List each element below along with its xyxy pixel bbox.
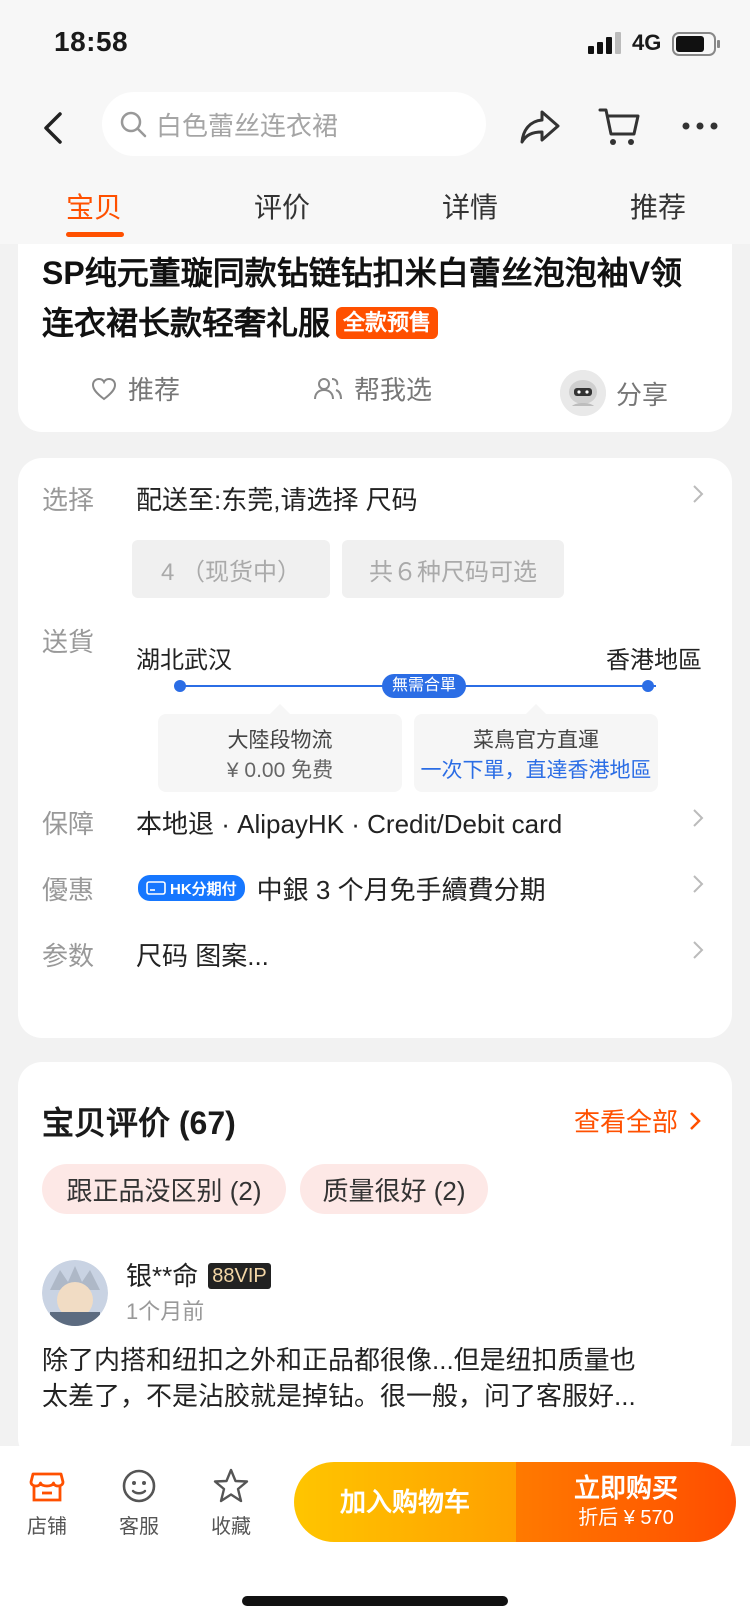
card-icon xyxy=(146,881,166,895)
review-time: 1个月前 xyxy=(126,1299,205,1324)
reviewer-name: 银**命 88VIP xyxy=(126,1256,271,1293)
chevron-right-icon xyxy=(690,1111,701,1130)
service-icon xyxy=(122,1469,156,1503)
view-all-label: 查看全部 xyxy=(573,1107,678,1137)
service-label: 客服 xyxy=(119,1516,159,1538)
tab-item[interactable]: 宝贝 xyxy=(34,186,154,226)
avatar-icon xyxy=(42,1260,108,1326)
review-tag[interactable]: 跟正品没区别 (2) xyxy=(42,1164,286,1214)
options-card: 选择 配送至:东莞,请选择 尺码 4 （现货中） 共６种尺码可选 送貨 湖北武汉… xyxy=(18,458,732,1038)
status-time: 18:58 xyxy=(54,26,129,57)
hk-installment-text: HK分期付 xyxy=(170,880,237,898)
mainland-shipping-fee: ¥ 0.00 免费 xyxy=(226,759,334,782)
product-title: SP纯元董璇同款钻链钻扣米白蕾丝泡泡袖V领连衣裙长款轻奢礼服 全款预售 xyxy=(42,248,702,348)
product-title-card: SP纯元董璇同款钻链钻扣米白蕾丝泡泡袖V领连衣裙长款轻奢礼服 全款预售 推荐 帮我… xyxy=(18,244,732,432)
favorite-button[interactable]: 收藏 xyxy=(196,1466,266,1539)
home-indicator[interactable] xyxy=(242,1596,508,1606)
guarantee-label: 保障 xyxy=(42,809,95,839)
buy-now-button[interactable]: 立即购买 折后 ¥ 570 xyxy=(516,1462,736,1542)
back-icon[interactable] xyxy=(34,106,74,150)
mainland-shipping-title: 大陸段物流 xyxy=(227,729,333,752)
more-icon[interactable] xyxy=(676,102,724,150)
nav-bar: 白色蕾丝连衣裙 xyxy=(0,88,750,170)
customer-service-button[interactable]: 客服 xyxy=(104,1466,174,1539)
status-bar: 18:58 4G xyxy=(0,0,750,88)
store-label: 店铺 xyxy=(27,1516,67,1538)
hk-installment-badge: HK分期付 xyxy=(138,875,245,901)
mascot-icon xyxy=(560,370,606,416)
select-value[interactable]: 配送至:东莞,请选择 尺码 xyxy=(136,480,418,517)
star-icon xyxy=(213,1468,249,1503)
size-chip-in-stock[interactable]: 4 （现货中） xyxy=(132,540,330,598)
params-value[interactable]: 尺码 图案... xyxy=(136,936,269,973)
review-text-line: 太差了，不是沾胶就是掉钻。很一般，问了客服好... xyxy=(42,1381,636,1411)
search-input[interactable]: 白色蕾丝连衣裙 xyxy=(102,92,486,156)
tab-active-indicator xyxy=(66,232,124,237)
review-text-line: 除了内搭和纽扣之外和正品都很像...但是纽扣质量也 xyxy=(42,1345,636,1375)
search-placeholder: 白色蕾丝连衣裙 xyxy=(156,110,339,141)
recommend-button[interactable]: 推荐 xyxy=(90,370,180,407)
recommend-label: 推荐 xyxy=(128,375,181,405)
people-icon xyxy=(314,377,342,399)
reviews-title: 宝贝评价 (67) xyxy=(42,1105,236,1141)
mainland-shipping-box: 大陸段物流 ¥ 0.00 免费 xyxy=(158,704,402,792)
buy-now-label: 立即购买 xyxy=(573,1473,678,1503)
chevron-right-icon[interactable] xyxy=(690,806,706,830)
product-action-row: 推荐 帮我选 分享 xyxy=(18,364,732,416)
share-label: 分享 xyxy=(616,379,669,410)
help-choose-button[interactable]: 帮我选 xyxy=(312,370,432,407)
store-button[interactable]: 店铺 xyxy=(12,1466,82,1539)
select-label: 选择 xyxy=(42,485,95,515)
tab-bar: 宝贝 评价 详情 推荐 xyxy=(0,170,750,244)
discount-value: 中銀 3 个月免手續費分期 xyxy=(256,875,546,905)
route-destination: 香港地區 xyxy=(606,647,702,674)
signal-icon xyxy=(588,32,621,54)
mascot-avatar xyxy=(560,370,606,416)
cainiao-shipping-box: 菜鳥官方直運 一次下單，直達香港地區 xyxy=(414,704,658,792)
cainiao-shipping-title: 菜鳥官方直運 xyxy=(473,729,599,752)
guarantee-value[interactable]: 本地退 · AlipayHK · Credit/Debit card xyxy=(136,804,562,841)
route-origin: 湖北武汉 xyxy=(136,647,232,674)
shipping-label: 送貨 xyxy=(42,627,95,657)
share-icon[interactable] xyxy=(516,102,564,150)
cainiao-shipping-desc: 一次下單，直達香港地區 xyxy=(420,759,652,782)
battery-icon xyxy=(672,32,720,56)
chevron-right-icon[interactable] xyxy=(690,938,706,962)
tab-reviews[interactable]: 评价 xyxy=(222,186,342,226)
route-start-dot xyxy=(174,680,186,692)
store-icon xyxy=(29,1472,65,1502)
share-action-button[interactable]: 分享 xyxy=(560,370,668,416)
route-end-dot xyxy=(642,680,654,692)
chevron-right-icon[interactable] xyxy=(690,872,706,896)
search-icon xyxy=(120,111,147,138)
tab-details[interactable]: 详情 xyxy=(410,186,530,226)
size-chip-all[interactable]: 共６种尺码可选 xyxy=(342,540,564,598)
reviews-card: 宝贝评价 (67) 查看全部 跟正品没区别 (2) 质量很好 (2) 银**命 8… xyxy=(18,1062,732,1462)
route-badge: 無需合單 xyxy=(382,674,466,698)
favorite-label: 收藏 xyxy=(211,1516,251,1538)
review-tag[interactable]: 质量很好 (2) xyxy=(300,1164,488,1214)
heart-icon xyxy=(91,377,117,400)
chevron-right-icon[interactable] xyxy=(690,482,706,506)
params-label: 参数 xyxy=(42,941,95,971)
tab-recommend[interactable]: 推荐 xyxy=(598,186,718,226)
vip-badge: 88VIP xyxy=(208,1263,271,1289)
reviewer-name-text: 银**命 xyxy=(126,1261,199,1291)
bottom-action-bar: 店铺 客服 收藏 加入购物车 立即购买 折后 ¥ 570 xyxy=(0,1446,750,1624)
presale-badge: 全款预售 xyxy=(336,307,439,339)
view-all-reviews-link[interactable]: 查看全部 xyxy=(574,1102,706,1139)
network-label: 4G xyxy=(632,30,662,55)
cart-icon[interactable] xyxy=(596,102,644,150)
help-choose-label: 帮我选 xyxy=(354,375,433,405)
buy-now-price: 折后 ¥ 570 xyxy=(578,1507,674,1529)
discount-label: 優惠 xyxy=(42,875,95,905)
add-to-cart-button[interactable]: 加入购物车 xyxy=(294,1462,516,1542)
discount-row[interactable]: HK分期付 中銀 3 个月免手續費分期 xyxy=(138,870,546,907)
review-text[interactable]: 除了内搭和纽扣之外和正品都很像...但是纽扣质量也 太差了，不是沾胶就是掉钻。很… xyxy=(42,1342,708,1414)
reviewer-avatar[interactable] xyxy=(42,1260,108,1326)
